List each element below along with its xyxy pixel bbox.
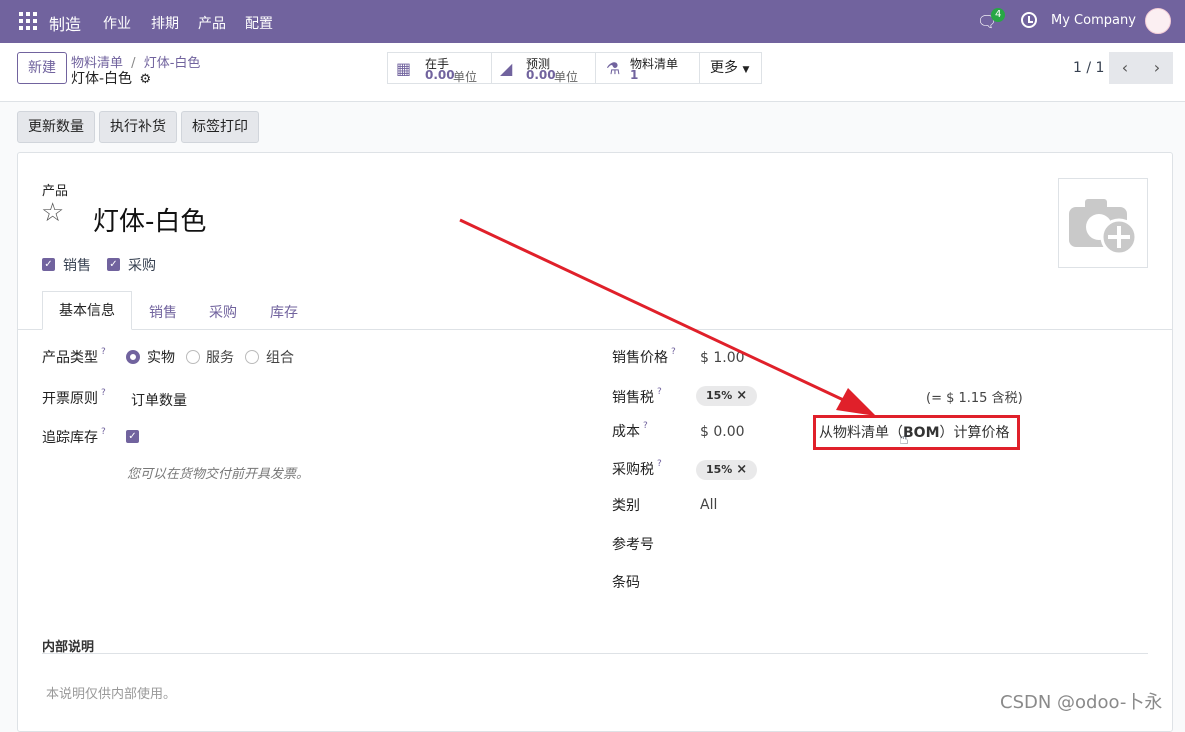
annotation-arrow — [459, 218, 876, 416]
watermark: CSDN @odoo-卜永 — [1000, 692, 1163, 713]
